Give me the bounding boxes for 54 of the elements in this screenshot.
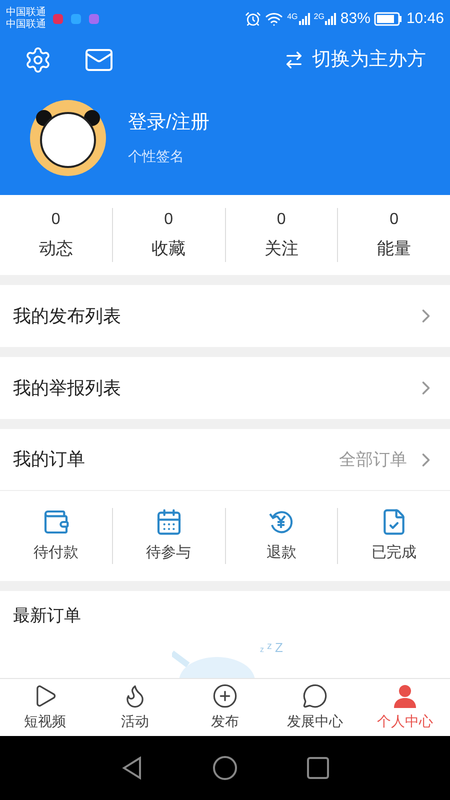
order-status-label[interactable]: 退款 [266, 542, 296, 564]
order-status-label[interactable]: 已完成 [372, 542, 417, 564]
signature-text: 个性签名 [128, 146, 185, 166]
carrier-name: 中国联通 [6, 19, 46, 31]
stat-label[interactable]: 收藏 [152, 236, 186, 262]
menu-row[interactable]: 我的发布列表 [0, 285, 450, 347]
nav-tab[interactable]: 个人中心 [360, 679, 450, 736]
sleep-mark: Z [275, 641, 283, 655]
section-title: 我的订单 [13, 448, 85, 471]
alarm-icon [245, 11, 262, 27]
app-notification-icon [52, 13, 64, 25]
menu-row[interactable]: 我的举报列表 [0, 357, 450, 419]
network-type: 2G [314, 13, 324, 21]
back-icon[interactable] [121, 756, 143, 780]
stat-count: 0 [276, 210, 286, 230]
login-link[interactable]: 登录/注册 [128, 109, 210, 138]
network-type: 4G [287, 13, 298, 21]
swap-icon [284, 50, 304, 70]
menu-label: 我的举报列表 [13, 376, 121, 400]
avatar[interactable] [30, 100, 106, 176]
stat-label[interactable]: 关注 [264, 236, 298, 262]
sleep-mark: z [260, 645, 264, 655]
chat-bubble-icon [302, 683, 328, 709]
app-notification-icon [88, 13, 100, 25]
nav-tab[interactable]: 发布 [180, 679, 270, 736]
wallet-icon [42, 508, 70, 536]
signal-icon [324, 13, 336, 25]
carrier-name: 中国联通 [6, 7, 46, 18]
section-title: 最新订单 [13, 605, 81, 628]
battery-icon [374, 12, 402, 26]
nav-tab[interactable]: 活动 [90, 679, 180, 736]
app-notification-icon [70, 13, 82, 25]
nav-tab[interactable]: 短视频 [0, 679, 90, 736]
user-icon [392, 683, 418, 709]
home-icon[interactable] [213, 756, 237, 780]
calendar-icon [154, 508, 183, 536]
stat-count: 0 [390, 210, 399, 230]
stat-label[interactable]: 能量 [377, 236, 412, 262]
nav-tab[interactable]: 发展中心 [270, 679, 360, 736]
stat-count: 0 [51, 210, 60, 230]
order-status-label[interactable]: 待付款 [33, 542, 78, 564]
sleep-mark: z [267, 641, 272, 653]
battery-percent: 83% [340, 8, 370, 29]
stat-label[interactable]: 动态 [38, 236, 73, 262]
stat-count: 0 [164, 210, 174, 230]
signal-icon [298, 13, 310, 25]
plus-circle-icon [212, 683, 238, 709]
wifi-icon [265, 10, 284, 28]
recent-apps-icon[interactable] [307, 757, 329, 779]
menu-label: 我的发布列表 [13, 304, 121, 328]
switch-role-button[interactable]: 切换为主办方 [284, 46, 426, 74]
order-status-label[interactable]: 待参与 [146, 542, 192, 564]
clock-time: 10:46 [406, 8, 444, 29]
settings-icon[interactable] [24, 46, 52, 74]
